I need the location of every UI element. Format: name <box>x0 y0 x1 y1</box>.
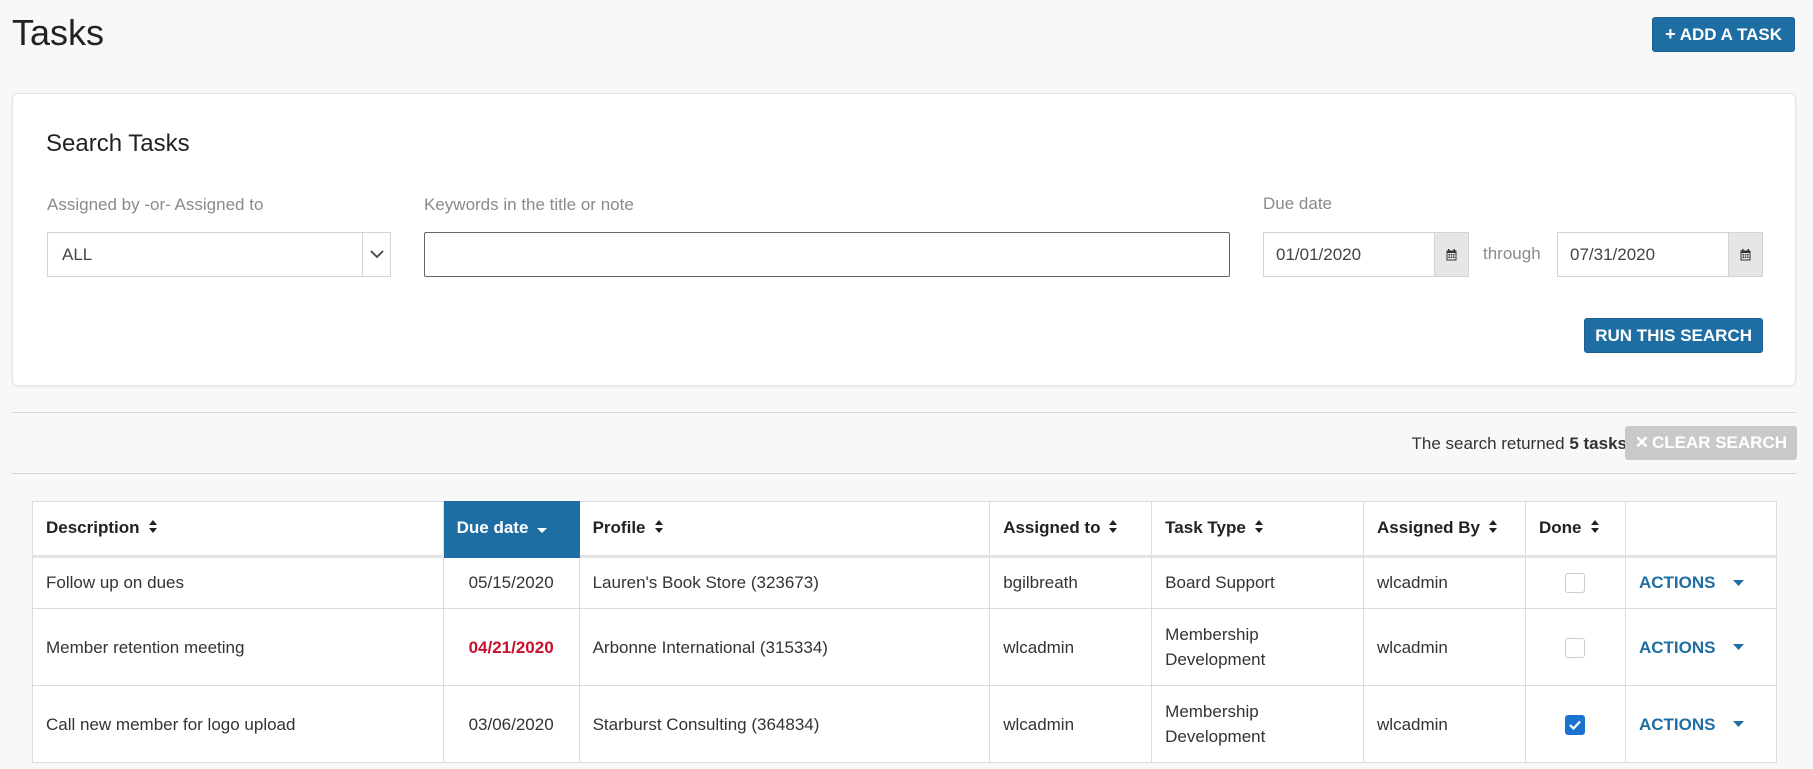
through-label: through <box>1483 244 1541 263</box>
due-from-input[interactable] <box>1264 233 1434 276</box>
due-to-input[interactable] <box>1558 233 1728 276</box>
cell-actions: ACTIONS <box>1624 608 1778 686</box>
cell-assigned-to: wlcadmin <box>989 608 1153 686</box>
sort-icon <box>1590 519 1600 539</box>
cell-done <box>1525 685 1626 763</box>
cell-assigned-by: wlcadmin <box>1363 608 1526 686</box>
cell-done <box>1525 608 1626 686</box>
add-task-button[interactable]: + ADD A TASK <box>1652 17 1795 52</box>
keywords-input[interactable] <box>424 232 1230 277</box>
sort-icon <box>1108 519 1118 539</box>
assigned-label: Assigned by -or- Assigned to <box>47 195 264 214</box>
column-header-due-date[interactable]: Due date <box>442 501 580 558</box>
done-checkbox[interactable] <box>1565 573 1586 594</box>
sort-icon <box>1254 519 1264 539</box>
caret-down-icon <box>1733 579 1745 586</box>
chevron-down-icon <box>362 233 390 276</box>
cell-due-date: 05/15/2020 <box>442 556 580 609</box>
sort-desc-icon <box>536 519 548 539</box>
calendar-icon[interactable] <box>1434 233 1468 276</box>
add-task-label: ADD A TASK <box>1679 24 1782 44</box>
done-checkbox[interactable] <box>1565 638 1586 659</box>
cell-description: Call new member for logo upload <box>32 685 444 763</box>
clear-search-label: CLEAR SEARCH <box>1651 433 1787 452</box>
cell-done <box>1525 556 1626 609</box>
done-checkbox-checked[interactable] <box>1565 715 1586 736</box>
tasks-table: Description Due date Profile Assigned to… <box>32 501 1778 763</box>
caret-down-icon <box>1733 720 1745 727</box>
column-header-task-type[interactable]: Task Type <box>1151 501 1365 558</box>
table-row: Follow up on dues 05/15/2020 Lauren's Bo… <box>32 556 1778 609</box>
calendar-icon[interactable] <box>1728 233 1762 276</box>
search-panel: Search Tasks Assigned by -or- Assigned t… <box>12 93 1796 386</box>
results-prefix: The search returned <box>1411 434 1565 453</box>
column-header-assigned-by[interactable]: Assigned By <box>1363 501 1526 558</box>
cell-due-date: 03/06/2020 <box>442 685 580 763</box>
cell-profile[interactable]: Starburst Consulting (364834) <box>578 685 991 763</box>
results-count: 5 tasks <box>1569 434 1627 453</box>
column-header-assigned-to[interactable]: Assigned to <box>989 501 1153 558</box>
page-title: Tasks <box>12 12 105 53</box>
cell-assigned-to: bgilbreath <box>989 556 1153 609</box>
cell-profile[interactable]: Arbonne International (315334) <box>578 608 991 686</box>
clear-search-button[interactable]: ✕ CLEAR SEARCH <box>1624 426 1797 460</box>
due-from-group <box>1263 232 1469 277</box>
actions-dropdown[interactable]: ACTIONS <box>1639 573 1745 593</box>
column-header-actions <box>1624 501 1778 558</box>
actions-dropdown[interactable]: ACTIONS <box>1639 635 1745 660</box>
cell-actions: ACTIONS <box>1624 685 1778 763</box>
cell-description: Member retention meeting <box>32 608 444 686</box>
cell-actions: ACTIONS <box>1624 556 1778 609</box>
column-header-done[interactable]: Done <box>1525 501 1626 558</box>
cell-due-date-overdue: 04/21/2020 <box>442 608 580 686</box>
sort-icon <box>1488 519 1498 539</box>
table-header-row: Description Due date Profile Assigned to… <box>32 501 1778 558</box>
checkmark-icon <box>1569 720 1582 731</box>
divider <box>12 473 1796 474</box>
column-header-profile[interactable]: Profile <box>578 501 991 558</box>
cell-task-type: Board Support <box>1151 556 1365 609</box>
sort-icon <box>654 519 664 539</box>
search-title: Search Tasks <box>46 130 190 157</box>
divider <box>12 412 1796 413</box>
cell-assigned-to: wlcadmin <box>989 685 1153 763</box>
cell-assigned-by: wlcadmin <box>1363 556 1526 609</box>
cell-description: Follow up on dues <box>32 556 444 609</box>
assigned-select[interactable]: ALL <box>47 232 391 277</box>
due-to-group <box>1557 232 1763 277</box>
cell-assigned-by: wlcadmin <box>1363 685 1526 763</box>
due-date-label: Due date <box>1263 194 1332 213</box>
cell-task-type: Membership Development <box>1151 685 1365 763</box>
caret-down-icon <box>1733 643 1745 650</box>
table-row: Call new member for logo upload 03/06/20… <box>32 685 1778 763</box>
table-row: Member retention meeting 04/21/2020 Arbo… <box>32 608 1778 686</box>
run-search-button[interactable]: RUN THIS SEARCH <box>1584 318 1763 353</box>
assigned-select-value: ALL <box>62 244 93 264</box>
actions-dropdown[interactable]: ACTIONS <box>1639 712 1745 737</box>
results-summary: The search returned 5 tasks <box>1412 434 1628 454</box>
cell-profile[interactable]: Lauren's Book Store (323673) <box>578 556 991 609</box>
sort-icon <box>148 519 158 539</box>
close-icon: ✕ <box>1634 433 1649 452</box>
plus-icon: + <box>1665 24 1676 44</box>
keywords-label: Keywords in the title or note <box>424 195 634 214</box>
column-header-description[interactable]: Description <box>32 501 444 558</box>
cell-task-type: Membership Development <box>1151 608 1365 686</box>
